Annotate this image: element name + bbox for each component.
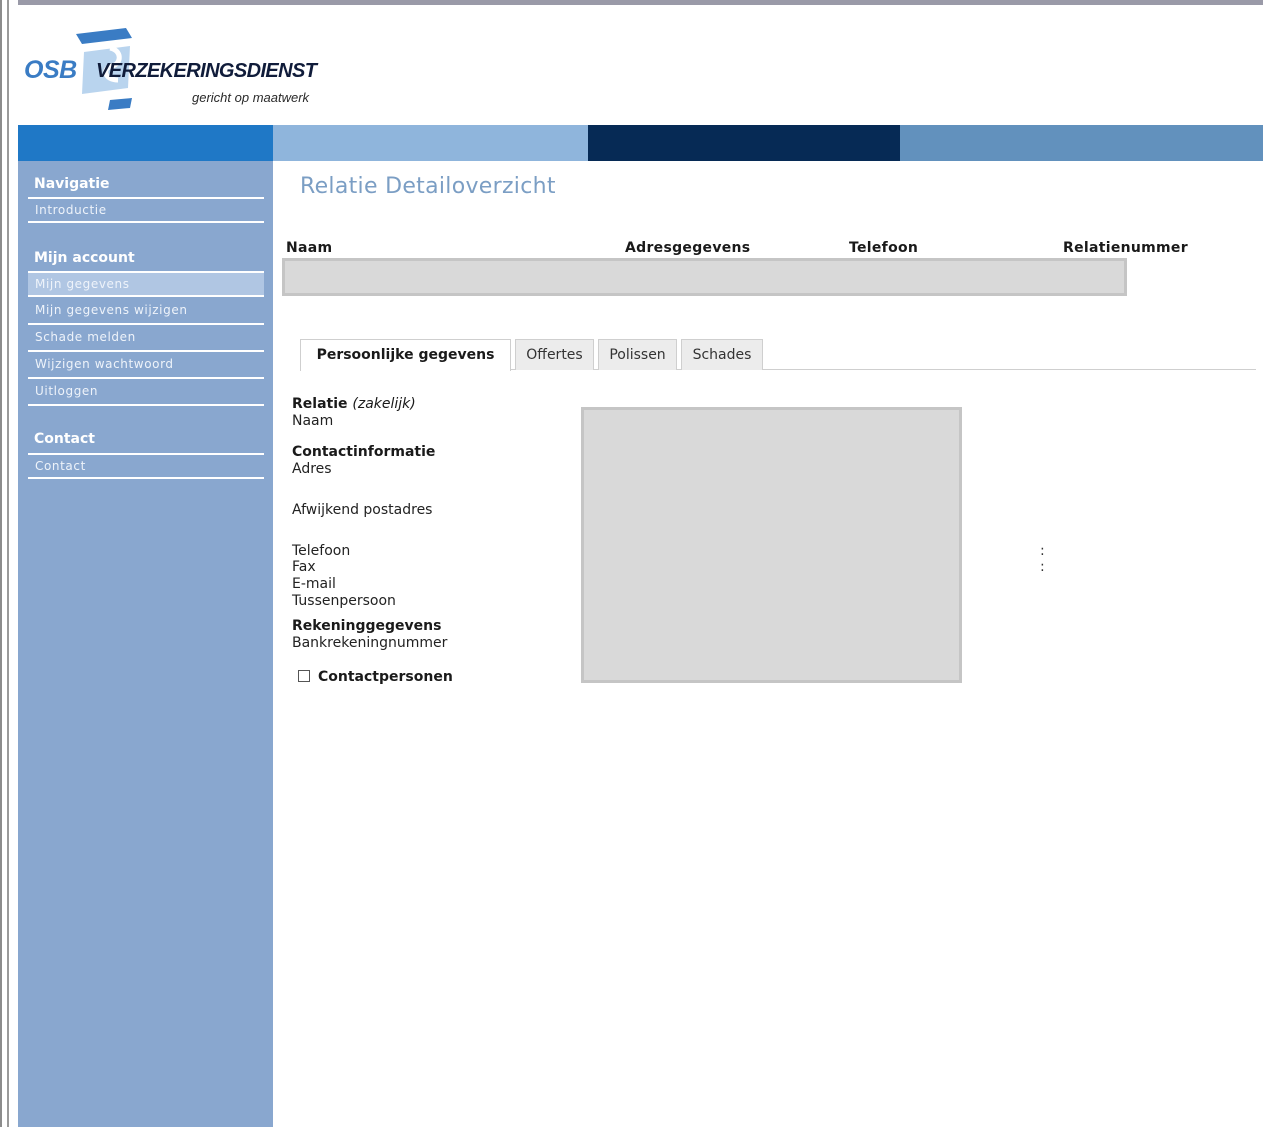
tab-schades[interactable]: Schades [681,339,763,370]
tab-label: Persoonlijke gegevens [316,347,495,363]
header-band-blue [18,125,273,161]
label-bankrekeningnummer: Bankrekeningnummer [292,635,448,651]
logo-osb-text: OSB [24,56,77,84]
column-header-telefoon: Telefoon [849,240,919,256]
nav-heading-contact: Contact [34,431,95,447]
sidebar-item-uitloggen[interactable]: Uitloggen [28,380,264,406]
label-fax: Fax [292,559,316,575]
redacted-relation-row [282,258,1127,296]
label-tussenpersoon: Tussenpersoon [292,593,396,609]
nav-heading-mijn-account: Mijn account [34,250,135,266]
window-top-border [0,0,1263,5]
sidebar-item-introductie[interactable]: Introductie [28,197,264,223]
contactinformatie-heading: Contactinformatie [292,444,436,460]
tab-persoonlijke-gegevens[interactable]: Persoonlijke gegevens [300,339,511,371]
label-email: E-mail [292,576,336,592]
sidebar-item-label: Schade melden [35,330,136,344]
sidebar-item-label: Contact [35,459,86,473]
header-band-light [273,125,588,161]
redacted-details-box [581,407,962,683]
tab-label: Offertes [526,347,583,363]
label-afwijkend-postadres: Afwijkend postadres [292,502,433,518]
logo-tagline: gericht op maatwerk [192,90,310,105]
column-header-adresgegevens: Adresgegevens [625,240,751,256]
header-band-navy [588,125,900,161]
label-adres: Adres [292,461,332,477]
contactpersonen-checkbox[interactable] [298,670,310,682]
relatie-type: (zakelijk) [352,396,416,412]
colon-fax: : [1040,559,1045,575]
tab-label: Polissen [609,347,666,363]
rekeninggegevens-heading: Rekeninggegevens [292,618,442,634]
sidebar-item-label: Uitloggen [35,384,99,398]
header-band-mid [900,125,1263,161]
logo-brand-text: VERZEKERINGSDIENST [96,60,317,82]
sidebar-item-label: Wijzigen wachtwoord [35,357,174,371]
sidebar-item-mijn-gegevens[interactable]: Mijn gegevens [28,271,264,297]
tab-offertes[interactable]: Offertes [515,339,594,370]
relatie-heading-text: Relatie [292,396,348,412]
sidebar-item-mijn-gegevens-wijzigen[interactable]: Mijn gegevens wijzigen [28,299,264,325]
contactpersonen-label[interactable]: Contactpersonen [318,669,453,685]
column-header-relatienummer: Relatienummer [1063,240,1188,256]
relatie-heading: Relatie (zakelijk) [292,396,416,412]
label-telefoon: Telefoon [292,543,351,559]
sidebar: Navigatie Introductie Mijn account Mijn … [18,161,273,1127]
sidebar-item-contact[interactable]: Contact [28,453,264,479]
nav-heading-navigatie: Navigatie [34,176,110,192]
label-naam: Naam [292,413,334,429]
sidebar-item-label: Mijn gegevens [35,277,130,291]
sidebar-item-label: Mijn gegevens wijzigen [35,303,188,317]
column-header-naam: Naam [286,240,333,256]
sidebar-item-schade-melden[interactable]: Schade melden [28,326,264,352]
sidebar-item-label: Introductie [35,203,107,217]
tab-label: Schades [692,347,752,363]
tab-polissen[interactable]: Polissen [598,339,677,370]
colon-telefoon: : [1040,543,1045,559]
page-title: Relatie Detailoverzicht [300,174,556,199]
window-left-border [0,0,18,1127]
logo[interactable]: OSB VERZEKERINGSDIENST gericht op maatwe… [22,24,332,114]
sidebar-item-wijzigen-wachtwoord[interactable]: Wijzigen wachtwoord [28,353,264,379]
